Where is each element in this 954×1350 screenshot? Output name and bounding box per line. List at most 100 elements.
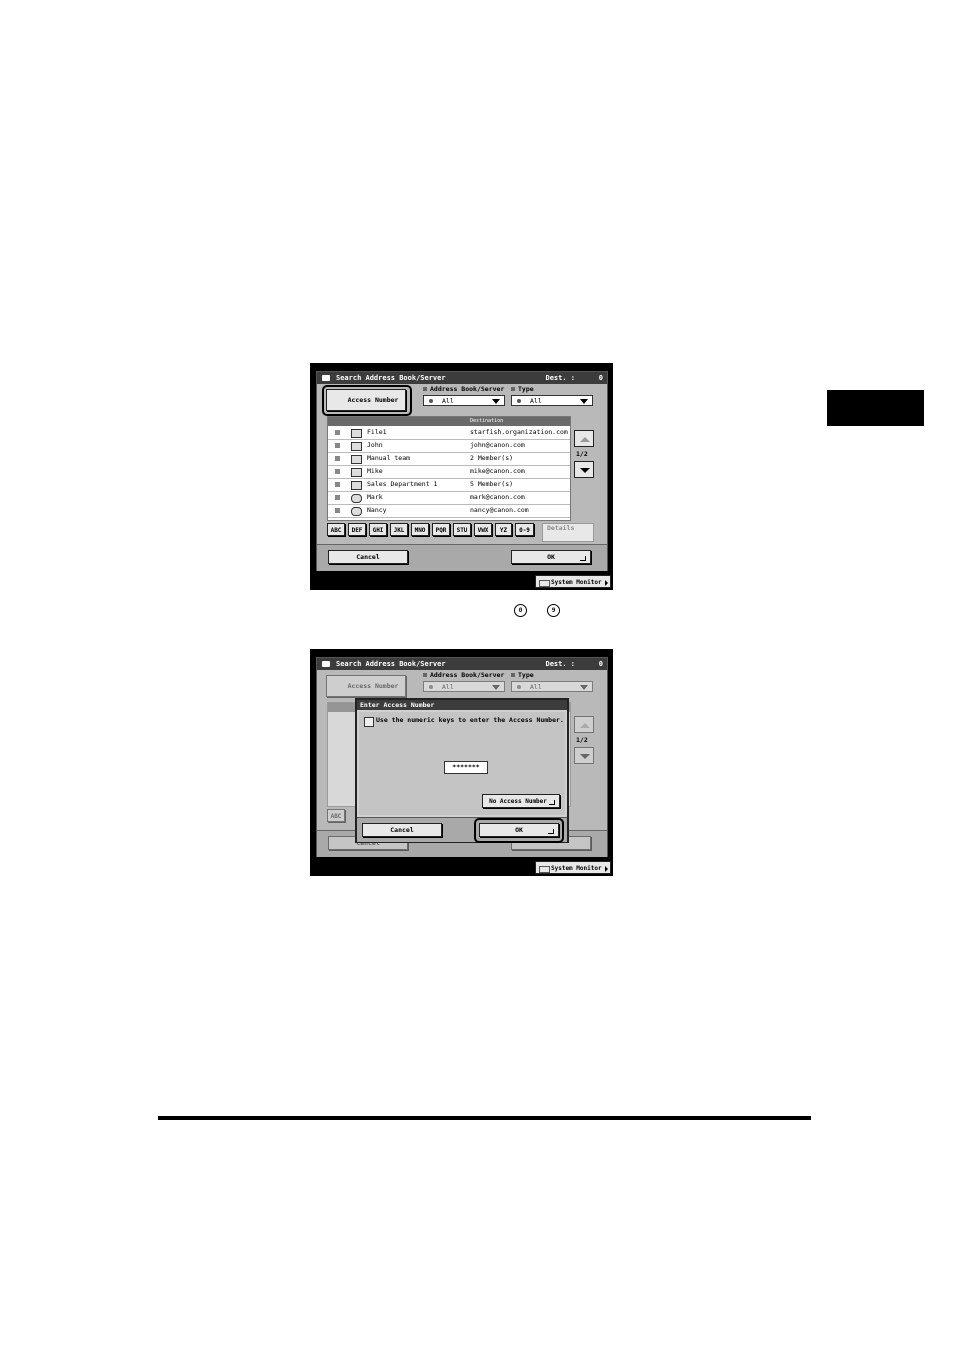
access-number-button: Access Number [326, 675, 406, 697]
dialog-cancel-button[interactable]: Cancel [362, 823, 442, 837]
row-checkbox[interactable] [335, 456, 340, 461]
type-dropdown: All [511, 681, 593, 692]
list-item[interactable]: John john@canon.com [328, 439, 570, 453]
dest-label: Dest. : [545, 374, 575, 382]
alpha-key-abc[interactable]: ABC [327, 523, 345, 536]
dialog-instruction: Use the numeric keys to enter the Access… [376, 716, 564, 724]
address-list: Destination File1 starfish.organization.… [327, 416, 571, 521]
file-server-icon [351, 429, 362, 438]
list-item[interactable]: Mike mike@canon.com [328, 465, 570, 479]
chevron-right-icon [605, 866, 608, 872]
alpha-key-mno[interactable]: MNO [411, 523, 429, 536]
system-monitor-button[interactable]: System Monitor [535, 861, 611, 874]
arrow-up-icon [580, 437, 590, 442]
dest-count: 0 [598, 374, 603, 382]
dialog-footer: Cancel OK [357, 817, 567, 843]
row-checkbox[interactable] [335, 469, 340, 474]
i-fax-icon [351, 507, 362, 516]
address-book-dropdown[interactable]: All [423, 395, 505, 406]
dialog-title: Enter Access Number [357, 700, 567, 710]
alpha-key-pqr[interactable]: PQR [432, 523, 450, 536]
alpha-key-stu[interactable]: STU [453, 523, 471, 536]
arrow-down-icon [580, 468, 590, 473]
row-checkbox[interactable] [335, 508, 340, 513]
title-bar: Search Address Book/Server Dest. : 0 [317, 658, 607, 670]
list-item[interactable]: Manual team 2 Member(s) [328, 452, 570, 466]
email-icon [351, 468, 362, 477]
no-access-number-button[interactable]: No Access Number [482, 794, 560, 808]
screen-title: Search Address Book/Server [336, 660, 446, 668]
status-bar: System Monitor [310, 859, 613, 876]
alpha-key-ghi[interactable]: GHI [369, 523, 387, 536]
alpha-key-yz[interactable]: YZ [495, 523, 512, 536]
monitor-icon [539, 580, 550, 587]
row-checkbox[interactable] [335, 482, 340, 487]
scroll-down-button [574, 747, 594, 764]
footer-rule [158, 1116, 811, 1120]
title-bar: Search Address Book/Server Dest. : 0 [317, 372, 607, 384]
address-book-label: Address Book/Server [423, 671, 504, 679]
chevron-right-icon [605, 580, 608, 586]
dialog-body: Use the numeric keys to enter the Access… [359, 712, 565, 815]
type-label: Type [511, 385, 534, 393]
enter-access-number-screen: Search Address Book/Server Dest. : 0 Acc… [310, 649, 613, 876]
scroll-down-button[interactable] [574, 461, 594, 478]
chevron-down-icon [580, 399, 588, 404]
search-address-book-screen: Search Address Book/Server Dest. : 0 Acc… [310, 363, 613, 590]
enter-access-number-dialog: Enter Access Number Use the numeric keys… [355, 698, 569, 843]
address-book-dropdown: All [423, 681, 505, 692]
page-indicator: 1/2 [576, 736, 588, 744]
row-checkbox[interactable] [335, 495, 340, 500]
list-item[interactable]: File1 starfish.organization.com [328, 426, 570, 440]
dest-label: Dest. : [545, 660, 575, 668]
chevron-down-icon [580, 685, 588, 690]
address-book-label: Address Book/Server [423, 385, 504, 393]
main-panel: Search Address Book/Server Dest. : 0 Acc… [316, 657, 608, 857]
alpha-key-vwx[interactable]: VWX [474, 523, 492, 536]
ok-button[interactable]: OK [511, 550, 591, 564]
alpha-key-jkl[interactable]: JKL [390, 523, 408, 536]
address-book-icon [322, 375, 330, 381]
scroll-up-button[interactable] [574, 430, 594, 447]
alpha-key-0-9[interactable]: 0-9 [515, 523, 534, 536]
alpha-key-abc: ABC [327, 809, 345, 822]
list-header: Destination [328, 417, 570, 426]
email-icon [351, 442, 362, 451]
list-item[interactable]: Mark mark@canon.com [328, 491, 570, 505]
keypad-icon [364, 717, 374, 727]
monitor-icon [539, 866, 550, 873]
dest-count: 0 [598, 660, 603, 668]
cancel-button[interactable]: Cancel [328, 550, 408, 564]
numeric-key-0-icon: 0 [514, 604, 527, 617]
screen-title: Search Address Book/Server [336, 374, 446, 382]
system-monitor-button[interactable]: System Monitor [535, 575, 611, 588]
chevron-down-icon [492, 399, 500, 404]
type-label: Type [511, 671, 534, 679]
group-icon [351, 481, 362, 490]
chapter-tab [827, 390, 924, 426]
type-dropdown[interactable]: All [511, 395, 593, 406]
access-number-field[interactable]: ******* [444, 761, 488, 774]
page-indicator: 1/2 [576, 450, 588, 458]
enter-icon [549, 800, 555, 805]
scroll-up-button [574, 716, 594, 733]
i-fax-icon [351, 494, 362, 503]
address-book-icon [322, 661, 330, 667]
chevron-down-icon [492, 685, 500, 690]
alpha-key-def[interactable]: DEF [348, 523, 366, 536]
arrow-up-icon [580, 723, 590, 728]
main-panel: Search Address Book/Server Dest. : 0 Acc… [316, 371, 608, 571]
status-bar: System Monitor [310, 573, 613, 590]
row-checkbox[interactable] [335, 443, 340, 448]
group-icon [351, 455, 362, 464]
access-number-highlight [322, 385, 412, 416]
arrow-down-icon [580, 754, 590, 759]
ok-button-highlight [474, 818, 564, 843]
details-button[interactable]: Details [542, 523, 594, 542]
list-item[interactable]: Nancy nancy@canon.com [328, 504, 570, 518]
numeric-key-9-icon: 9 [547, 604, 560, 617]
list-item[interactable]: Sales Department 1 5 Member(s) [328, 478, 570, 492]
bottom-bar: Cancel OK [317, 544, 607, 571]
row-checkbox[interactable] [335, 430, 340, 435]
enter-icon [580, 556, 586, 561]
